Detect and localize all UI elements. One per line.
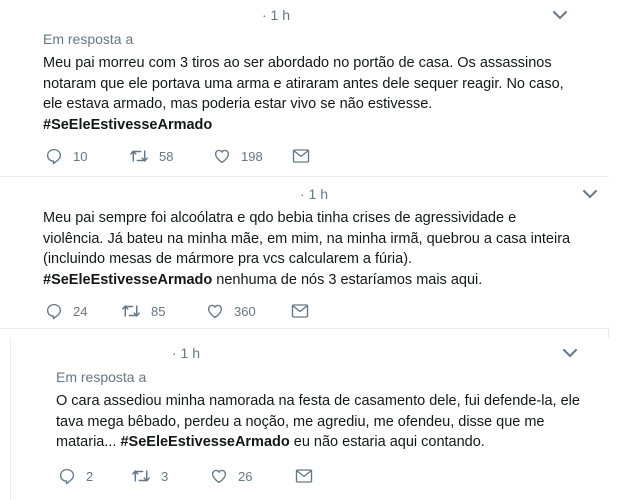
retweet-button[interactable]: 85 [121,301,165,321]
like-count: 198 [241,148,263,164]
like-button[interactable]: 198 [213,146,263,166]
reply-icon [59,468,75,485]
reply-count: 10 [73,148,88,164]
hashtag-link[interactable]: #SeEleEstivesseArmado [43,272,212,288]
tweet-timestamp[interactable]: · 1 h [262,7,290,23]
reply-icon [46,148,62,165]
reply-icon [46,303,62,320]
hashtag-link[interactable]: #SeEleEstivesseArmado [120,434,289,450]
tweet-2[interactable]: · 1 h Meu pai sempre foi alcoólatra e qd… [0,177,620,327]
retweet-icon [122,305,140,317]
like-count: 26 [238,468,253,484]
like-icon [214,149,230,164]
retweet-icon [132,470,150,482]
tweet-3-left-border [10,338,11,500]
reply-button[interactable]: 24 [45,301,87,321]
retweet-button[interactable]: 58 [129,146,173,166]
tweet-text: Meu pai morreu com 3 tiros ao ser aborda… [43,55,564,133]
tweet-3[interactable]: · 1 h Em resposta a O cara assediou minh… [0,338,620,500]
direct-message-button[interactable] [295,466,313,486]
like-icon [211,469,227,484]
tweet-actions: 24 85 360 [45,301,365,321]
retweet-button[interactable]: 3 [131,466,168,486]
tweet-text: Meu pai sempre foi alcoólatra e qdo bebi… [43,210,571,288]
chevron-down-icon[interactable] [582,188,598,200]
direct-message-icon [292,149,310,163]
retweet-count: 85 [151,303,166,319]
reply-context: Em resposta a [43,31,134,47]
tweet-timestamp[interactable]: · 1 h [172,345,200,361]
reply-count: 2 [86,468,94,484]
tweet-text: O cara assediou minha namorada na festa … [56,393,580,450]
tweet-actions: 10 58 198 [45,146,365,166]
direct-message-button[interactable] [291,301,309,321]
chevron-down-icon[interactable] [552,9,568,21]
like-button[interactable]: 26 [210,466,252,486]
reply-button[interactable]: 2 [58,466,93,486]
direct-message-icon [291,304,309,318]
tweet-actions: 2 3 26 [58,466,378,486]
retweet-icon [130,150,148,162]
retweet-count: 3 [161,468,169,484]
tweet-1[interactable]: · 1 h Em resposta a Meu pai morreu com 3… [0,0,620,176]
hashtag-link[interactable]: #SeEleEstivesseArmado [43,117,212,133]
retweet-count: 58 [159,148,174,164]
like-count: 360 [234,303,256,319]
reply-button[interactable]: 10 [45,146,87,166]
tweet-divider [0,328,609,329]
chevron-down-icon[interactable] [562,347,578,359]
reply-context: Em resposta a [56,369,147,385]
like-icon [207,304,223,319]
direct-message-icon [295,469,313,483]
direct-message-button[interactable] [292,146,310,166]
reply-count: 24 [73,303,88,319]
tweet-timestamp[interactable]: · 1 h [300,186,328,202]
like-button[interactable]: 360 [206,301,256,321]
